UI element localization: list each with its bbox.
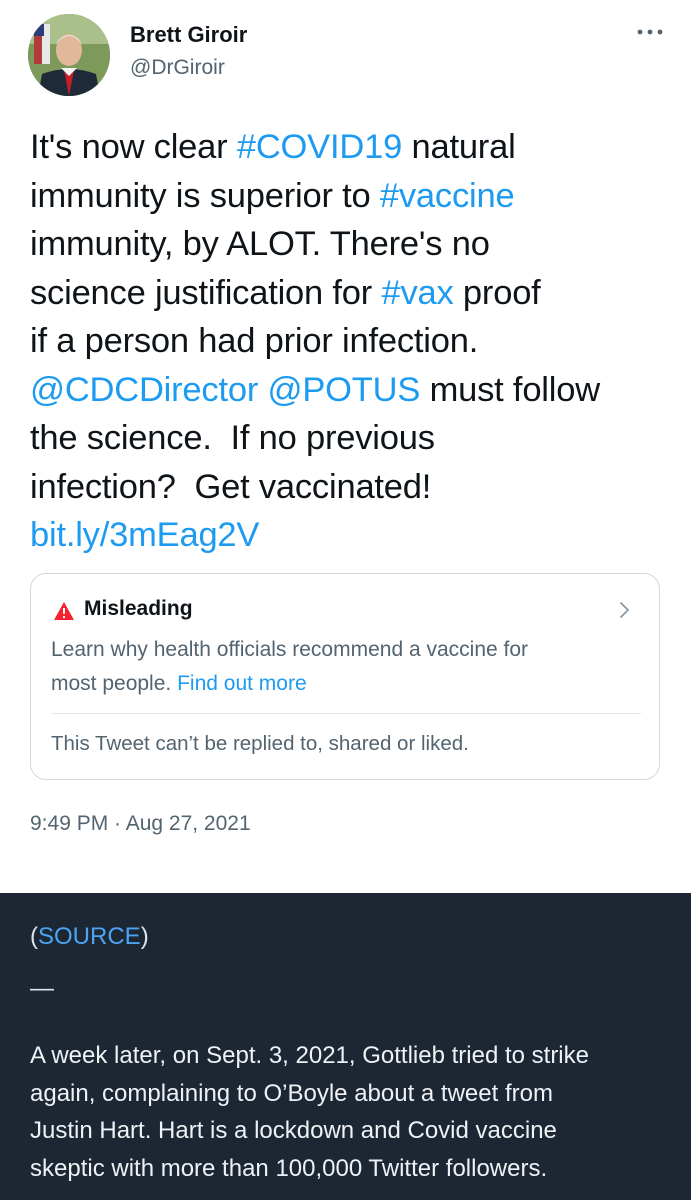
tweet-link[interactable]: @CDCDirector [30, 371, 258, 409]
notice-text: Learn why health officials recommend a v… [51, 638, 529, 661]
tweet-text [258, 371, 267, 409]
paragraph-line: skeptic with more than 100,000 Twitter f… [30, 1154, 548, 1182]
paragraph-line: again, complaining to O’Boyle about a tw… [30, 1079, 553, 1107]
chevron-right-icon[interactable] [619, 600, 631, 620]
tweet-line: infection? Get vaccinated! [30, 463, 670, 512]
source-open-paren: ( [30, 923, 38, 950]
warning-triangle-icon [53, 601, 75, 621]
tweet-text: the science. If no previous [30, 419, 435, 457]
source-close-paren: ) [140, 923, 149, 950]
tweet-card: Brett Giroir @DrGiroir It's now clear #C… [0, 0, 691, 893]
source-link[interactable]: SOURCE [38, 923, 141, 950]
source-line: (SOURCE) [30, 923, 149, 951]
notice-line: most people. Find out more [51, 667, 641, 701]
tweet-line: science justification for #vax proof [30, 269, 670, 318]
author-name[interactable]: Brett Giroir [130, 22, 247, 48]
tweet-text: science justification for [30, 273, 382, 312]
author-handle[interactable]: @DrGiroir [130, 56, 225, 80]
avatar[interactable] [28, 14, 110, 96]
tweet-text: if a person had prior infection. [30, 322, 479, 360]
tweet-line: It's now clear #COVID19 natural [30, 123, 670, 172]
tweet-text: It's now clear #COVID19 natural immunity … [30, 123, 670, 560]
notice-link[interactable]: Find out more [177, 672, 307, 695]
notice-text: most people. [51, 672, 178, 695]
more-horizontal-icon[interactable] [636, 22, 664, 42]
tweet-text: proof [453, 273, 541, 312]
tweet-timestamp[interactable]: 9:49 PM · Aug 27, 2021 [30, 812, 251, 836]
tweet-link[interactable]: #vax [381, 274, 453, 312]
tweet-link[interactable]: @POTUS [268, 371, 421, 409]
notice-title: Misleading [84, 597, 193, 620]
separator-dash: — [30, 975, 54, 1002]
tweet-text: infection? Get vaccinated! [30, 467, 432, 506]
tweet-line: bit.ly/3mEag2V [30, 511, 670, 560]
tweet-link[interactable]: bit.ly/3mEag2V [30, 516, 259, 554]
tweet-line: @CDCDirector @POTUS must follow [30, 366, 670, 415]
paragraph-line: A week later, on Sept. 3, 2021, Gottlieb… [30, 1042, 589, 1069]
tweet-text: immunity is superior to [30, 176, 380, 215]
misleading-notice[interactable]: Misleading Learn why health officials re… [30, 573, 660, 780]
notice-footer: This Tweet can’t be replied to, shared o… [51, 732, 469, 755]
tweet-link[interactable]: #COVID19 [237, 128, 402, 166]
tweet-line: immunity is superior to #vaccine [30, 172, 670, 221]
notice-line: Learn why health officials recommend a v… [51, 633, 641, 667]
tweet-line: if a person had prior infection. [30, 317, 670, 366]
tweet-text: must follow [420, 370, 601, 409]
article-section: (SOURCE) — A week later, on Sept. 3, 202… [0, 893, 691, 1200]
tweet-line: immunity, by ALOT. There's no [30, 220, 670, 269]
notice-body: Learn why health officials recommend a v… [51, 633, 641, 701]
tweet-text: It's now clear [30, 128, 237, 166]
tweet-text: natural [402, 128, 516, 166]
paragraph-line: Justin Hart. Hart is a lockdown and Covi… [30, 1117, 557, 1144]
article-paragraph: A week later, on Sept. 3, 2021, Gottlieb… [30, 1037, 670, 1187]
tweet-text: immunity, by ALOT. There's no [30, 225, 490, 263]
tweet-link[interactable]: #vaccine [380, 177, 515, 215]
tweet-line: the science. If no previous [30, 414, 670, 463]
notice-divider [51, 713, 641, 714]
